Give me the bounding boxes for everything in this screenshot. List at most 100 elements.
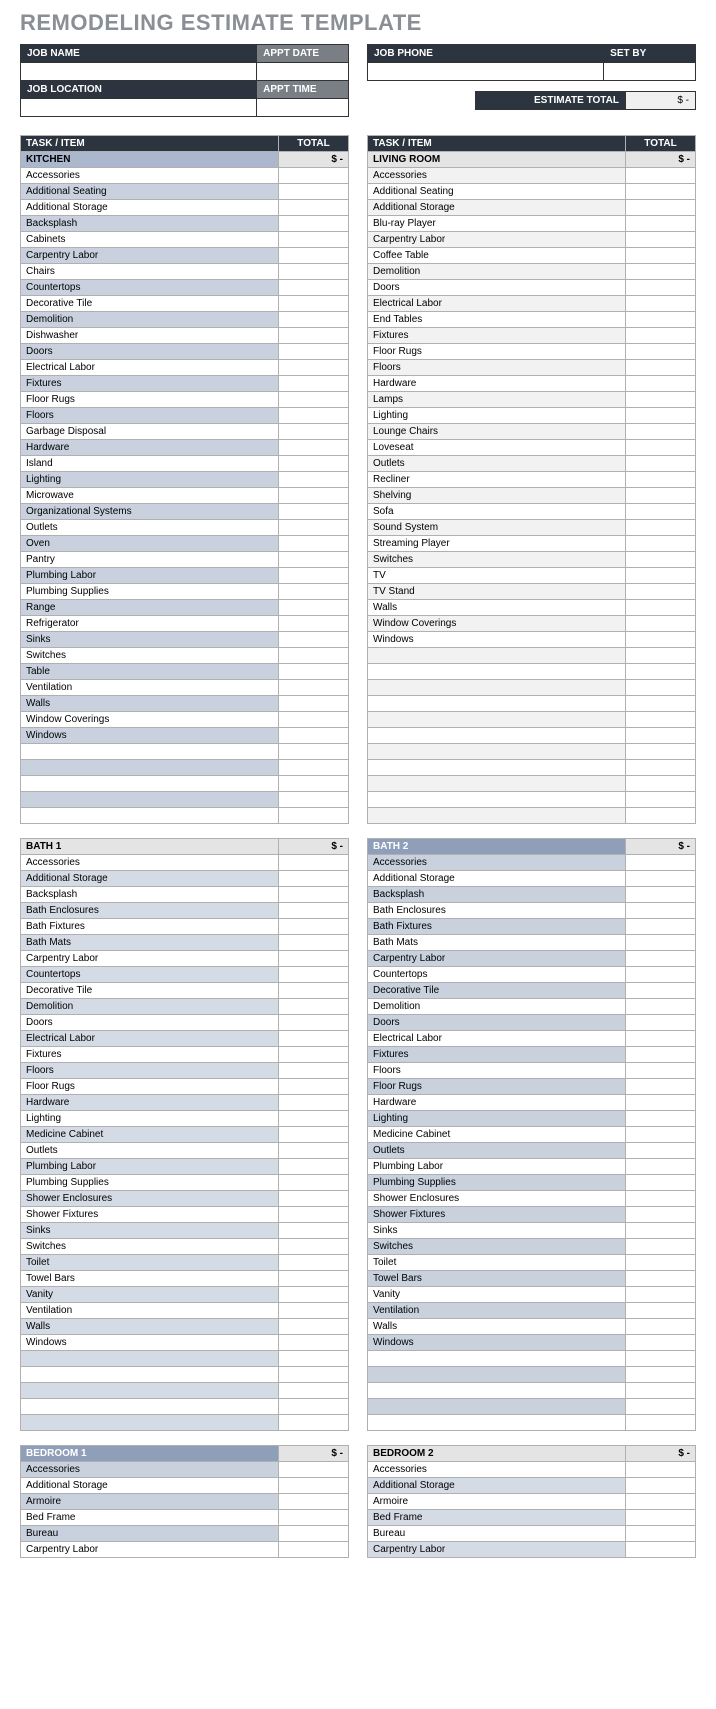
item-name[interactable]: Lighting [368, 1111, 626, 1127]
item-total[interactable] [279, 488, 349, 504]
item-total[interactable] [626, 680, 696, 696]
item-total[interactable] [626, 776, 696, 792]
item-name[interactable]: Fixtures [21, 1047, 279, 1063]
item-name[interactable]: Bed Frame [21, 1510, 279, 1526]
item-name[interactable] [21, 1415, 279, 1431]
item-name[interactable]: Bath Fixtures [368, 919, 626, 935]
item-total[interactable] [626, 1494, 696, 1510]
item-name[interactable]: Countertops [21, 967, 279, 983]
item-name[interactable]: Lighting [21, 472, 279, 488]
item-name[interactable]: Accessories [368, 1462, 626, 1478]
item-name[interactable]: Ventilation [368, 1303, 626, 1319]
item-name[interactable]: Demolition [368, 999, 626, 1015]
item-name[interactable]: Shower Fixtures [21, 1207, 279, 1223]
item-name[interactable]: Lounge Chairs [368, 424, 626, 440]
item-total[interactable] [626, 1207, 696, 1223]
item-name[interactable]: Refrigerator [21, 616, 279, 632]
item-name[interactable]: Towel Bars [368, 1271, 626, 1287]
item-name[interactable]: Walls [368, 600, 626, 616]
item-total[interactable] [626, 1255, 696, 1271]
item-name[interactable]: Additional Seating [368, 184, 626, 200]
item-total[interactable] [626, 1478, 696, 1494]
item-name[interactable]: Sinks [21, 632, 279, 648]
item-total[interactable] [626, 871, 696, 887]
item-total[interactable] [279, 520, 349, 536]
item-name[interactable]: Decorative Tile [21, 296, 279, 312]
item-name[interactable]: Sinks [368, 1223, 626, 1239]
item-name[interactable]: Hardware [21, 440, 279, 456]
appt-date-input[interactable] [257, 63, 349, 81]
item-name[interactable]: Backsplash [21, 216, 279, 232]
item-total[interactable] [626, 919, 696, 935]
item-total[interactable] [279, 264, 349, 280]
item-total[interactable] [279, 1494, 349, 1510]
item-name[interactable]: Windows [368, 632, 626, 648]
item-name[interactable]: Outlets [368, 1143, 626, 1159]
item-total[interactable] [626, 712, 696, 728]
item-name[interactable]: Additional Storage [21, 1478, 279, 1494]
item-name[interactable]: Plumbing Supplies [21, 584, 279, 600]
item-total[interactable] [626, 344, 696, 360]
item-name[interactable]: Floors [21, 408, 279, 424]
item-total[interactable] [279, 1207, 349, 1223]
item-total[interactable] [626, 1095, 696, 1111]
item-total[interactable] [626, 472, 696, 488]
item-name[interactable]: Fixtures [21, 376, 279, 392]
item-total[interactable] [279, 408, 349, 424]
item-total[interactable] [626, 1287, 696, 1303]
item-total[interactable] [279, 1047, 349, 1063]
item-total[interactable] [626, 1271, 696, 1287]
item-name[interactable] [21, 1399, 279, 1415]
item-total[interactable] [626, 584, 696, 600]
item-name[interactable]: Armoire [21, 1494, 279, 1510]
item-name[interactable]: Bed Frame [368, 1510, 626, 1526]
item-name[interactable]: Organizational Systems [21, 504, 279, 520]
item-total[interactable] [626, 488, 696, 504]
item-total[interactable] [626, 760, 696, 776]
item-total[interactable] [279, 1335, 349, 1351]
item-total[interactable] [279, 1143, 349, 1159]
item-total[interactable] [279, 232, 349, 248]
item-name[interactable] [368, 728, 626, 744]
item-name[interactable]: Electrical Labor [368, 296, 626, 312]
item-total[interactable] [279, 792, 349, 808]
item-name[interactable]: Electrical Labor [368, 1031, 626, 1047]
item-name[interactable]: Plumbing Labor [21, 1159, 279, 1175]
item-name[interactable]: Range [21, 600, 279, 616]
item-total[interactable] [279, 200, 349, 216]
item-total[interactable] [279, 1271, 349, 1287]
item-total[interactable] [279, 1159, 349, 1175]
item-total[interactable] [279, 296, 349, 312]
item-total[interactable] [626, 1462, 696, 1478]
item-name[interactable]: Walls [368, 1319, 626, 1335]
item-total[interactable] [626, 999, 696, 1015]
item-name[interactable]: Bath Enclosures [21, 903, 279, 919]
item-name[interactable]: Additional Storage [368, 200, 626, 216]
item-total[interactable] [279, 584, 349, 600]
item-name[interactable]: Ventilation [21, 680, 279, 696]
item-total[interactable] [279, 1239, 349, 1255]
item-total[interactable] [279, 360, 349, 376]
item-name[interactable]: Demolition [368, 264, 626, 280]
item-name[interactable]: Countertops [368, 967, 626, 983]
item-total[interactable] [626, 648, 696, 664]
item-name[interactable]: Outlets [21, 1143, 279, 1159]
item-total[interactable] [279, 999, 349, 1015]
item-total[interactable] [626, 184, 696, 200]
item-total[interactable] [279, 1031, 349, 1047]
item-total[interactable] [279, 967, 349, 983]
item-total[interactable] [626, 568, 696, 584]
item-name[interactable]: Cabinets [21, 232, 279, 248]
item-name[interactable]: Doors [368, 280, 626, 296]
item-name[interactable]: Hardware [368, 376, 626, 392]
item-name[interactable] [368, 696, 626, 712]
item-total[interactable] [279, 1510, 349, 1526]
item-name[interactable]: End Tables [368, 312, 626, 328]
item-total[interactable] [626, 1159, 696, 1175]
item-name[interactable]: Dishwasher [21, 328, 279, 344]
item-name[interactable]: Backsplash [21, 887, 279, 903]
item-total[interactable] [626, 328, 696, 344]
item-name[interactable] [21, 760, 279, 776]
item-name[interactable]: Hardware [368, 1095, 626, 1111]
item-total[interactable] [626, 1303, 696, 1319]
